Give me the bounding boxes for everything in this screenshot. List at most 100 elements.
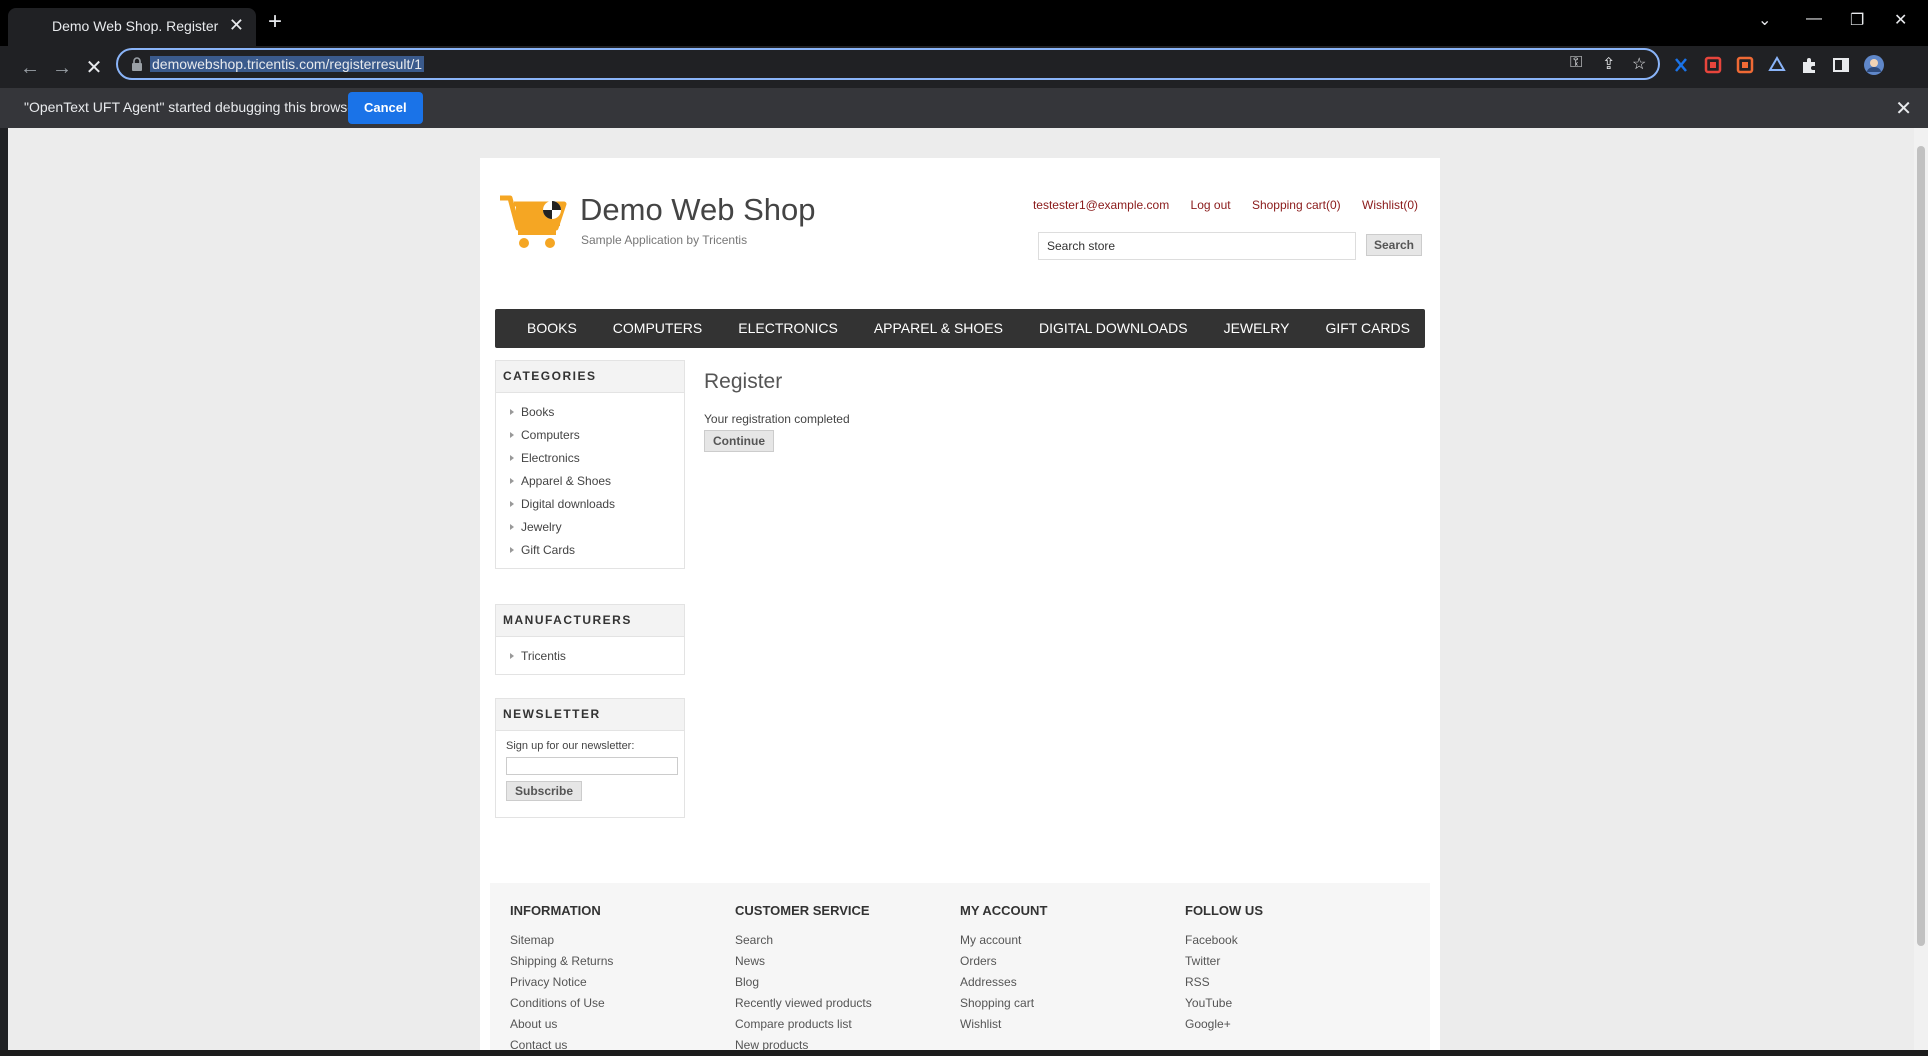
footer-link-sitemap[interactable]: Sitemap [510, 930, 730, 951]
footer-customer-service: CUSTOMER SERVICE Search News Blog Recent… [735, 903, 955, 1050]
footer-link-privacy-notice[interactable]: Privacy Notice [510, 972, 730, 993]
search-input[interactable] [1038, 232, 1356, 260]
subscribe-button[interactable]: Subscribe [506, 781, 583, 801]
category-jewelry[interactable]: Jewelry [496, 516, 684, 539]
newsletter-block: NEWSLETTER Sign up for our newsletter: S… [495, 698, 685, 818]
debug-cancel-button[interactable]: Cancel [348, 92, 423, 124]
footer-link-addresses[interactable]: Addresses [960, 972, 1180, 993]
account-link[interactable]: testester1@example.com [1033, 198, 1169, 212]
header-links: testester1@example.com Log out Shopping … [1015, 198, 1418, 212]
extension-blue-icon[interactable] [1672, 56, 1690, 74]
menu-item-apparel-shoes[interactable]: APPAREL & SHOES [856, 309, 1021, 348]
debugging-infobar: "OpenText UFT Agent" started debugging t… [0, 88, 1928, 128]
footer-link-my-account[interactable]: My account [960, 930, 1180, 951]
menu-item-books[interactable]: BOOKS [509, 309, 595, 348]
newsletter-label: Sign up for our newsletter: [506, 740, 635, 752]
footer-link-orders[interactable]: Orders [960, 951, 1180, 972]
tab-search-icon[interactable]: ⌄ [1758, 10, 1771, 30]
page-viewport: Demo Web Shop Sample Application by Tric… [8, 128, 1914, 1050]
categories-title: CATEGORIES [496, 361, 684, 393]
footer-link-rss[interactable]: RSS [1185, 972, 1405, 993]
manufacturer-tricentis[interactable]: Tricentis [496, 645, 684, 668]
share-icon[interactable]: ⇪ [1602, 54, 1615, 74]
newsletter-title: NEWSLETTER [496, 699, 684, 731]
close-window-icon[interactable]: ✕ [1894, 10, 1907, 30]
lock-icon [132, 57, 142, 71]
debug-message: "OpenText UFT Agent" started debugging t… [24, 99, 360, 115]
shopping-cart-logo-icon[interactable] [498, 192, 568, 250]
side-panel-icon[interactable] [1832, 56, 1850, 74]
new-tab-icon[interactable]: + [268, 10, 282, 34]
footer-follow-us-title: FOLLOW US [1185, 903, 1263, 918]
profile-avatar[interactable] [1864, 55, 1884, 75]
scrollbar-thumb[interactable] [1917, 146, 1925, 946]
menu-item-computers[interactable]: COMPUTERS [595, 309, 720, 348]
shopping-cart-link[interactable]: Shopping cart(0) [1252, 198, 1341, 212]
search-button[interactable]: Search [1366, 234, 1422, 256]
registration-result: Your registration completed [704, 412, 850, 426]
footer-link-recently-viewed[interactable]: Recently viewed products [735, 993, 955, 1014]
footer-link-facebook[interactable]: Facebook [1185, 930, 1405, 951]
continue-button[interactable]: Continue [704, 430, 774, 452]
logout-link[interactable]: Log out [1191, 198, 1231, 212]
footer-customer-service-title: CUSTOMER SERVICE [735, 903, 870, 918]
footer-link-youtube[interactable]: YouTube [1185, 993, 1405, 1014]
footer-my-account-title: MY ACCOUNT [960, 903, 1048, 918]
extension-red-icon[interactable] [1704, 56, 1722, 74]
manufacturers-block: MANUFACTURERS Tricentis [495, 604, 685, 675]
shop-title[interactable]: Demo Web Shop [580, 192, 816, 228]
stop-loading-icon[interactable]: ✕ [80, 54, 108, 82]
footer-information-title: INFORMATION [510, 903, 601, 918]
os-taskbar [0, 1050, 1928, 1056]
page-wrapper: Demo Web Shop Sample Application by Tric… [480, 158, 1440, 1050]
url-text[interactable]: demowebshop.tricentis.com/registerresult… [150, 56, 425, 72]
key-icon[interactable]: ⚿ [1570, 54, 1582, 72]
category-apparel-shoes[interactable]: Apparel & Shoes [496, 470, 684, 493]
footer-link-news[interactable]: News [735, 951, 955, 972]
newsletter-email-input[interactable] [506, 757, 678, 775]
wishlist-link[interactable]: Wishlist(0) [1362, 198, 1418, 212]
footer-link-contact-us[interactable]: Contact us [510, 1035, 730, 1050]
footer-link-new-products[interactable]: New products [735, 1035, 955, 1050]
footer-link-blog[interactable]: Blog [735, 972, 955, 993]
shop-subtitle: Sample Application by Tricentis [581, 233, 748, 247]
footer-link-twitter[interactable]: Twitter [1185, 951, 1405, 972]
minimize-icon[interactable]: — [1806, 10, 1822, 28]
footer-my-account: MY ACCOUNT My account Orders Addresses S… [960, 903, 1180, 1035]
extension-orange-icon[interactable] [1736, 56, 1754, 74]
footer-link-shipping-returns[interactable]: Shipping & Returns [510, 951, 730, 972]
menu-item-jewelry[interactable]: JEWELRY [1206, 309, 1308, 348]
menu-item-gift-cards[interactable]: GIFT CARDS [1307, 309, 1428, 348]
page-title: Register [704, 370, 783, 393]
page-scrollbar[interactable] [1914, 128, 1928, 1050]
footer-link-compare-products[interactable]: Compare products list [735, 1014, 955, 1035]
menu-item-electronics[interactable]: ELECTRONICS [720, 309, 856, 348]
footer-link-wishlist[interactable]: Wishlist [960, 1014, 1180, 1035]
footer-link-shopping-cart[interactable]: Shopping cart [960, 993, 1180, 1014]
browser-tab-strip: Demo Web Shop. Register ✕ + ⌄ — ❐ ✕ [0, 0, 1928, 46]
category-digital-downloads[interactable]: Digital downloads [496, 493, 684, 516]
footer-link-google-plus[interactable]: Google+ [1185, 1014, 1405, 1035]
restore-icon[interactable]: ❐ [1850, 10, 1864, 30]
menu-item-digital-downloads[interactable]: DIGITAL DOWNLOADS [1021, 309, 1206, 348]
drive-icon[interactable] [1768, 56, 1786, 74]
forward-icon[interactable]: → [48, 54, 76, 82]
infobar-close-icon[interactable]: ✕ [1895, 96, 1912, 121]
bookmark-star-icon[interactable]: ☆ [1632, 54, 1646, 74]
footer-link-about-us[interactable]: About us [510, 1014, 730, 1035]
category-books[interactable]: Books [496, 401, 684, 424]
browser-tab[interactable]: Demo Web Shop. Register ✕ [8, 8, 256, 46]
footer-link-conditions-of-use[interactable]: Conditions of Use [510, 993, 730, 1014]
back-icon[interactable]: ← [16, 54, 44, 82]
category-gift-cards[interactable]: Gift Cards [496, 539, 684, 562]
footer-link-search[interactable]: Search [735, 930, 955, 951]
address-bar[interactable]: demowebshop.tricentis.com/registerresult… [116, 48, 1660, 80]
footer-follow-us: FOLLOW US Facebook Twitter RSS YouTube G… [1185, 903, 1405, 1035]
extensions-puzzle-icon[interactable] [1800, 56, 1818, 74]
tab-close-icon[interactable]: ✕ [229, 15, 244, 36]
top-menu: BOOKS COMPUTERS ELECTRONICS APPAREL & SH… [495, 309, 1425, 348]
manufacturers-title: MANUFACTURERS [496, 605, 684, 637]
footer: INFORMATION Sitemap Shipping & Returns P… [490, 883, 1430, 1050]
category-electronics[interactable]: Electronics [496, 447, 684, 470]
category-computers[interactable]: Computers [496, 424, 684, 447]
